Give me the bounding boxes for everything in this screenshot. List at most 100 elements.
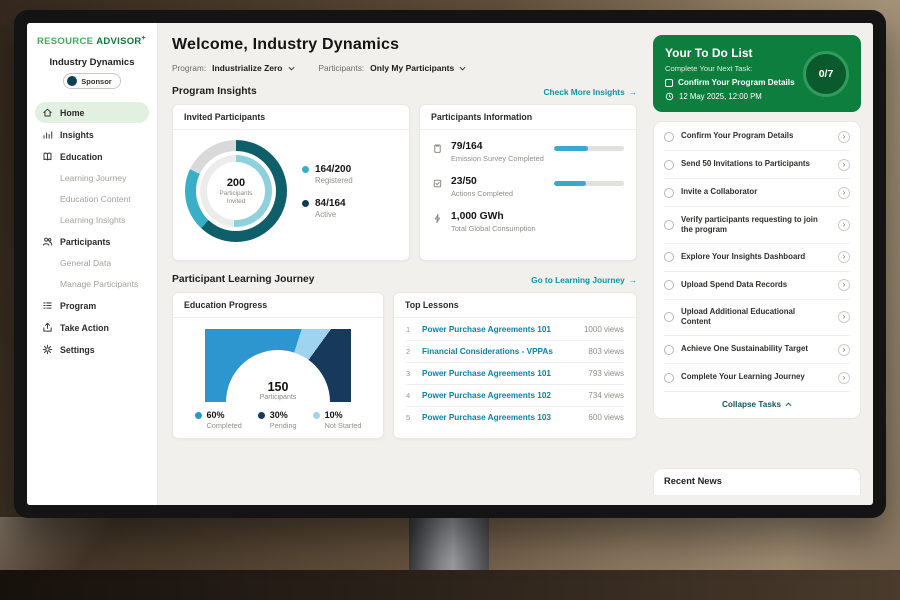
legend-item-active: 84/164 Active <box>302 198 353 219</box>
section-title-program-insights: Program Insights <box>172 86 257 97</box>
lesson-views-count: 600 views <box>588 413 624 422</box>
card-title: Top Lessons <box>394 293 636 318</box>
learning-journey-header: Participant Learning Journey Go to Learn… <box>172 274 637 285</box>
go-to-learning-journey-label: Go to Learning Journey <box>531 275 625 285</box>
filters-row: Program: Industrialize Zero Participants… <box>172 63 637 73</box>
card-title: Invited Participants <box>173 105 409 130</box>
sidebar-item-participants[interactable]: Participants <box>35 231 149 252</box>
task-checkbox[interactable] <box>665 79 673 87</box>
brand-name-resource: RESOURCE <box>37 36 93 47</box>
task-checkbox[interactable] <box>664 345 674 355</box>
sidebar-item-education-content[interactable]: Education Content <box>35 189 149 209</box>
sidebar-item-learning-insights[interactable]: Learning Insights <box>35 210 149 230</box>
todo-panel: Your To Do List Complete Your Next Task:… <box>647 23 873 505</box>
sponsor-badge[interactable]: Sponsor <box>63 73 120 89</box>
lessons-list: 1 Power Purchase Agreements 101 1000 vie… <box>394 318 636 429</box>
task-checkbox[interactable] <box>664 280 674 290</box>
actions-progress-bar <box>554 181 624 186</box>
lesson-views-count: 734 views <box>588 391 624 400</box>
recent-news-title: Recent News <box>664 476 722 486</box>
task-label: Invite a Collaborator <box>681 187 757 197</box>
lesson-row: 2 Financial Considerations - VPPAs 803 v… <box>406 341 624 363</box>
task-checkbox[interactable] <box>664 160 674 170</box>
todo-progress-ring: 0/7 <box>803 51 849 97</box>
top-lessons-card: Top Lessons 1 Power Purchase Agreements … <box>393 292 637 439</box>
lesson-link[interactable]: Power Purchase Agreements 101 <box>422 325 576 334</box>
task-row[interactable]: Achieve One Sustainability Target › <box>664 336 850 364</box>
sidebar-item-home[interactable]: Home <box>35 102 149 123</box>
sidebar-item-label: Home <box>60 108 84 118</box>
program-select[interactable]: Industrialize Zero <box>212 63 294 73</box>
sidebar-item-education[interactable]: Education <box>35 146 149 167</box>
lesson-link[interactable]: Power Purchase Agreements 101 <box>422 369 580 378</box>
task-checkbox[interactable] <box>664 132 674 142</box>
legend-item-pending: 30% Pending <box>258 410 297 430</box>
task-row[interactable]: Confirm Your Program Details › <box>664 123 850 151</box>
lesson-link[interactable]: Financial Considerations - VPPAs <box>422 347 580 356</box>
chevron-right-icon[interactable]: › <box>838 279 850 291</box>
invited-participants-donut: 200 Participants Invited <box>185 140 287 242</box>
sidebar-item-general-data[interactable]: General Data <box>35 253 149 273</box>
collapse-tasks-link[interactable]: Collapse Tasks <box>664 392 850 417</box>
lesson-views-count: 803 views <box>588 347 624 356</box>
task-row[interactable]: Verify participants requesting to join t… <box>664 207 850 244</box>
arrow-right-icon: → <box>629 87 637 97</box>
sidebar-item-manage-participants[interactable]: Manage Participants <box>35 274 149 294</box>
task-row[interactable]: Invite a Collaborator › <box>664 179 850 207</box>
todo-next-task: Confirm Your Program Details <box>665 78 795 87</box>
donut-legend: 164/200 Registered 84/164 Active <box>302 164 353 219</box>
sidebar-item-label: Education Content <box>60 194 131 204</box>
task-row[interactable]: Upload Additional Educational Content › <box>664 300 850 337</box>
sidebar-item-program[interactable]: Program <box>35 295 149 316</box>
lesson-views-count: 1000 views <box>584 325 624 334</box>
chevron-right-icon[interactable]: › <box>838 219 850 231</box>
info-label: Actions Completed <box>451 189 513 198</box>
sidebar-item-take-action[interactable]: Take Action <box>35 317 149 338</box>
program-insights-header: Program Insights Check More Insights → <box>172 86 637 97</box>
task-checkbox[interactable] <box>664 252 674 262</box>
participants-select[interactable]: Only My Participants <box>370 63 466 73</box>
chevron-right-icon[interactable]: › <box>838 344 850 356</box>
chevron-right-icon[interactable]: › <box>838 159 850 171</box>
task-row[interactable]: Upload Spend Data Records › <box>664 272 850 300</box>
chevron-right-icon[interactable]: › <box>838 251 850 263</box>
sidebar: RESOURCE ADVISOR+ Industry Dynamics Spon… <box>27 23 158 505</box>
legend-value: 60% <box>207 410 242 420</box>
task-label: Verify participants requesting to join t… <box>681 215 823 236</box>
sidebar-item-insights[interactable]: Insights <box>35 124 149 145</box>
sidebar-item-label: Learning Insights <box>60 215 125 225</box>
chevron-right-icon[interactable]: › <box>838 372 850 384</box>
sidebar-item-learning-journey[interactable]: Learning Journey <box>35 168 149 188</box>
legend-item-registered: 164/200 Registered <box>302 164 353 185</box>
chevron-up-icon <box>785 402 792 407</box>
task-checkbox[interactable] <box>664 220 674 230</box>
learning-cards-row: Education Progress 150 Participants <box>172 292 637 439</box>
check-more-insights-link[interactable]: Check More Insights → <box>544 87 637 97</box>
go-to-learning-journey-link[interactable]: Go to Learning Journey → <box>531 275 637 285</box>
lesson-link[interactable]: Power Purchase Agreements 102 <box>422 391 580 400</box>
chevron-right-icon[interactable]: › <box>838 311 850 323</box>
gauge-legend: 60% Completed 30% Pending <box>195 410 362 430</box>
donut-center-value: 200 <box>227 177 245 189</box>
task-row[interactable]: Send 50 Invitations to Participants › <box>664 151 850 179</box>
task-row[interactable]: Complete Your Learning Journey › <box>664 364 850 392</box>
monitor-stand <box>409 514 489 572</box>
chevron-right-icon[interactable]: › <box>838 187 850 199</box>
sidebar-item-settings[interactable]: Settings <box>35 339 149 360</box>
task-checkbox[interactable] <box>664 373 674 383</box>
program-icon <box>42 300 53 311</box>
task-checkbox[interactable] <box>664 312 674 322</box>
chevron-right-icon[interactable]: › <box>838 131 850 143</box>
legend-dot <box>195 412 202 419</box>
task-row[interactable]: Explore Your Insights Dashboard › <box>664 244 850 272</box>
info-row-consumption: 1,000 GWh Total Global Consumption <box>432 211 624 233</box>
lesson-link[interactable]: Power Purchase Agreements 103 <box>422 413 580 422</box>
todo-title: Your To Do List <box>665 46 795 60</box>
task-checkbox[interactable] <box>664 188 674 198</box>
page-title: Welcome, Industry Dynamics <box>172 36 637 54</box>
task-label: Complete Your Learning Journey <box>681 372 805 382</box>
education-progress-gauge: 150 Participants <box>205 329 351 402</box>
desk-edge <box>0 570 900 600</box>
donut-center-label: Participants Invited <box>214 190 258 206</box>
recent-news-card: Recent News <box>653 468 861 495</box>
